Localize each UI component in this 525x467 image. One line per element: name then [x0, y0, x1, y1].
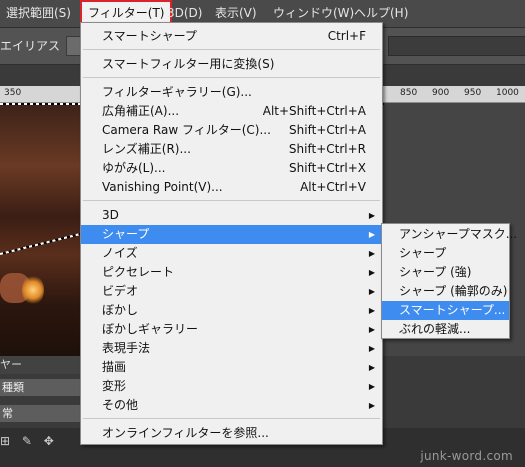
ruler-label: 1000: [496, 88, 519, 98]
menu-item-label: スマートシャープ...: [399, 303, 506, 317]
menu-item-label: レンズ補正(R)...: [102, 142, 191, 156]
photo-image: [0, 103, 85, 356]
menu-item-stylize[interactable]: 表現手法 ▶: [81, 339, 382, 358]
menu-item-label: フィルターギャラリー(G)...: [102, 85, 252, 99]
menu-item-pixelate[interactable]: ピクセレート ▶: [81, 263, 382, 282]
menu-item-label: ぼかし: [102, 303, 139, 317]
menu-item-liquify[interactable]: ゆがみ(L)... Shift+Ctrl+X: [81, 159, 382, 178]
menu-item-render[interactable]: 描画 ▶: [81, 358, 382, 377]
menu-item-convert-smart-filter[interactable]: スマートフィルター用に変換(S): [81, 55, 382, 74]
submenu-item-shake-reduction[interactable]: ぶれの軽減...: [382, 320, 509, 339]
menu-item-3d[interactable]: 3D ▶: [81, 206, 382, 225]
menu-item-shortcut: Ctrl+F: [327, 29, 366, 43]
submenu-arrow-icon: ▶: [368, 363, 375, 372]
submenu-item-unsharp-mask[interactable]: アンシャープマスク...: [382, 225, 517, 244]
menu-item-label: ノイズ: [102, 246, 138, 260]
submenu-arrow-icon: ▶: [368, 268, 375, 277]
layers-panel-tab[interactable]: ヤー: [0, 356, 80, 374]
submenu-item-sharpen[interactable]: シャープ: [382, 244, 509, 263]
menu-item-browse-online[interactable]: オンラインフィルターを参照...: [81, 424, 382, 443]
menu-item-label: シャープ: [399, 246, 447, 260]
candle-light: [22, 275, 44, 305]
ruler-label: 850: [400, 88, 418, 98]
menu-item-shortcut: Shift+Ctrl+R: [288, 142, 366, 156]
ruler-label: 950: [464, 88, 482, 98]
menu-item-vanishing-point[interactable]: Vanishing Point(V)... Alt+Ctrl+V: [81, 178, 382, 197]
layer-kind-filter[interactable]: 種類: [0, 378, 80, 396]
menu-item-video[interactable]: ビデオ ▶: [81, 282, 382, 301]
menu-select[interactable]: 選択範囲(S): [6, 0, 71, 27]
watermark: junk-word.com: [420, 449, 513, 463]
submenu-arrow-icon: ▶: [368, 306, 375, 315]
menu-item-label: シャープ (輪郭のみ): [399, 284, 508, 298]
menu-item-label: 3D: [102, 208, 119, 222]
submenu-arrow-icon: ▶: [368, 211, 375, 220]
submenu-arrow-icon: ▶: [368, 382, 375, 391]
menu-item-label: その他: [102, 398, 139, 412]
submenu-item-smart-sharpen[interactable]: スマートシャープ...: [382, 301, 509, 320]
submenu-arrow-icon: ▶: [368, 401, 375, 410]
menu-item-camera-raw[interactable]: Camera Raw フィルター(C)... Shift+Ctrl+A: [81, 121, 382, 140]
submenu-arrow-icon: ▶: [368, 249, 375, 258]
antialias-label[interactable]: エイリアス: [0, 37, 60, 54]
menu-item-label: オンラインフィルターを参照...: [102, 426, 269, 440]
menu-item-filter-gallery[interactable]: フィルターギャラリー(G)...: [81, 83, 382, 102]
submenu-arrow-icon: ▶: [368, 344, 375, 353]
menu-item-label: ビデオ: [102, 284, 139, 298]
menu-item-label: Vanishing Point(V)...: [102, 180, 223, 194]
menu-item-shortcut: Alt+Ctrl+V: [300, 180, 366, 194]
menu-separator: [83, 418, 380, 419]
menu-item-blur[interactable]: ぼかし ▶: [81, 301, 382, 320]
menu-item-sharpen[interactable]: シャープ ▶: [81, 225, 382, 244]
submenu-arrow-icon: ▶: [368, 287, 375, 296]
menu-item-label: シャープ (強): [399, 265, 472, 279]
menu-separator: [83, 49, 380, 50]
menu-separator: [83, 77, 380, 78]
menu-separator: [83, 200, 380, 201]
menu-item-label: ゆがみ(L)...: [102, 161, 166, 175]
submenu-item-sharpen-edges[interactable]: シャープ (輪郭のみ): [382, 282, 509, 301]
submenu-item-sharpen-more[interactable]: シャープ (強): [382, 263, 509, 282]
sharpen-submenu: アンシャープマスク... シャープ シャープ (強) シャープ (輪郭のみ) ス…: [381, 223, 517, 339]
menu-item-adaptive-wide-angle[interactable]: 広角補正(A)... Alt+Shift+Ctrl+A: [81, 102, 382, 121]
menu-item-label: ぶれの軽減...: [399, 322, 471, 336]
menu-item-label: 変形: [102, 379, 127, 393]
menu-item-distort[interactable]: 変形 ▶: [81, 377, 382, 396]
menu-item-shortcut: Shift+Ctrl+A: [289, 123, 366, 137]
menu-item-last-filter[interactable]: スマートシャープ Ctrl+F: [81, 27, 382, 46]
lock-icons[interactable]: ⊞ ✎ ✥: [0, 434, 58, 448]
menu-item-label: スマートシャープ: [102, 29, 197, 43]
menu-item-label: シャープ: [102, 227, 150, 241]
ruler-label: 350: [4, 88, 22, 98]
filter-menu: スマートシャープ Ctrl+F スマートフィルター用に変換(S) フィルターギャ…: [80, 22, 383, 445]
menu-item-label: ピクセレート: [102, 265, 175, 279]
options-field[interactable]: [388, 36, 525, 56]
menu-item-shortcut: Shift+Ctrl+X: [289, 161, 366, 175]
menu-item-label: Camera Raw フィルター(C)...: [102, 123, 271, 137]
submenu-arrow-icon: ▶: [368, 325, 375, 334]
menu-item-other[interactable]: その他 ▶: [81, 396, 382, 415]
menu-item-label: アンシャープマスク...: [399, 227, 518, 241]
menu-item-noise[interactable]: ノイズ ▶: [81, 244, 382, 263]
menu-item-blur-gallery[interactable]: ぼかしギャラリー ▶: [81, 320, 382, 339]
menu-item-label: 広角補正(A)...: [102, 104, 180, 118]
menu-item-shortcut: Alt+Shift+Ctrl+A: [262, 104, 366, 118]
submenu-arrow-icon: ▶: [368, 230, 375, 239]
menu-item-label: スマートフィルター用に変換(S): [102, 57, 275, 71]
menu-item-label: ぼかしギャラリー: [102, 322, 199, 336]
ruler-label: 900: [432, 88, 450, 98]
menu-item-label: 表現手法: [102, 341, 151, 355]
menu-item-label: 描画: [102, 360, 127, 374]
menu-item-lens-correction[interactable]: レンズ補正(R)... Shift+Ctrl+R: [81, 140, 382, 159]
blend-mode-select[interactable]: 常: [0, 404, 80, 422]
